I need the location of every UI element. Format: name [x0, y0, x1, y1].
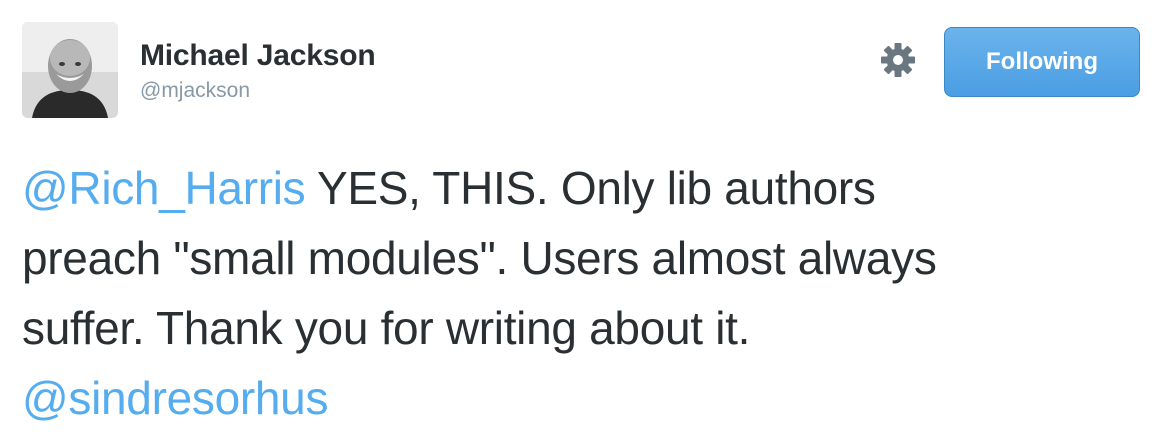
mention-sindresorhus[interactable]: @sindresorhus [22, 372, 328, 424]
tweet-line-4: @sindresorhus [22, 363, 1152, 433]
tweet-line-2: preach "small modules". Users almost alw… [22, 232, 937, 284]
following-button[interactable]: Following [944, 27, 1140, 97]
mention-rich-harris[interactable]: @Rich_Harris [22, 162, 306, 214]
tweet-line-3: suffer. Thank you for writing about it. [22, 302, 751, 354]
author-info: Michael Jackson @mjackson [140, 38, 376, 105]
gear-icon[interactable] [878, 40, 918, 80]
tweet-text: @Rich_Harris YES, THIS. Only lib authors… [22, 153, 1152, 433]
tweet-line-1: @Rich_Harris YES, THIS. Only lib authors [22, 153, 1152, 223]
author-name[interactable]: Michael Jackson [140, 38, 376, 74]
tweet-text-1: YES, THIS. Only lib authors [305, 162, 876, 214]
author-handle[interactable]: @mjackson [140, 77, 375, 105]
avatar[interactable] [22, 22, 118, 118]
avatar-image [22, 22, 118, 118]
tweet-card: Michael Jackson @mjackson Following @Ric… [0, 0, 1166, 434]
